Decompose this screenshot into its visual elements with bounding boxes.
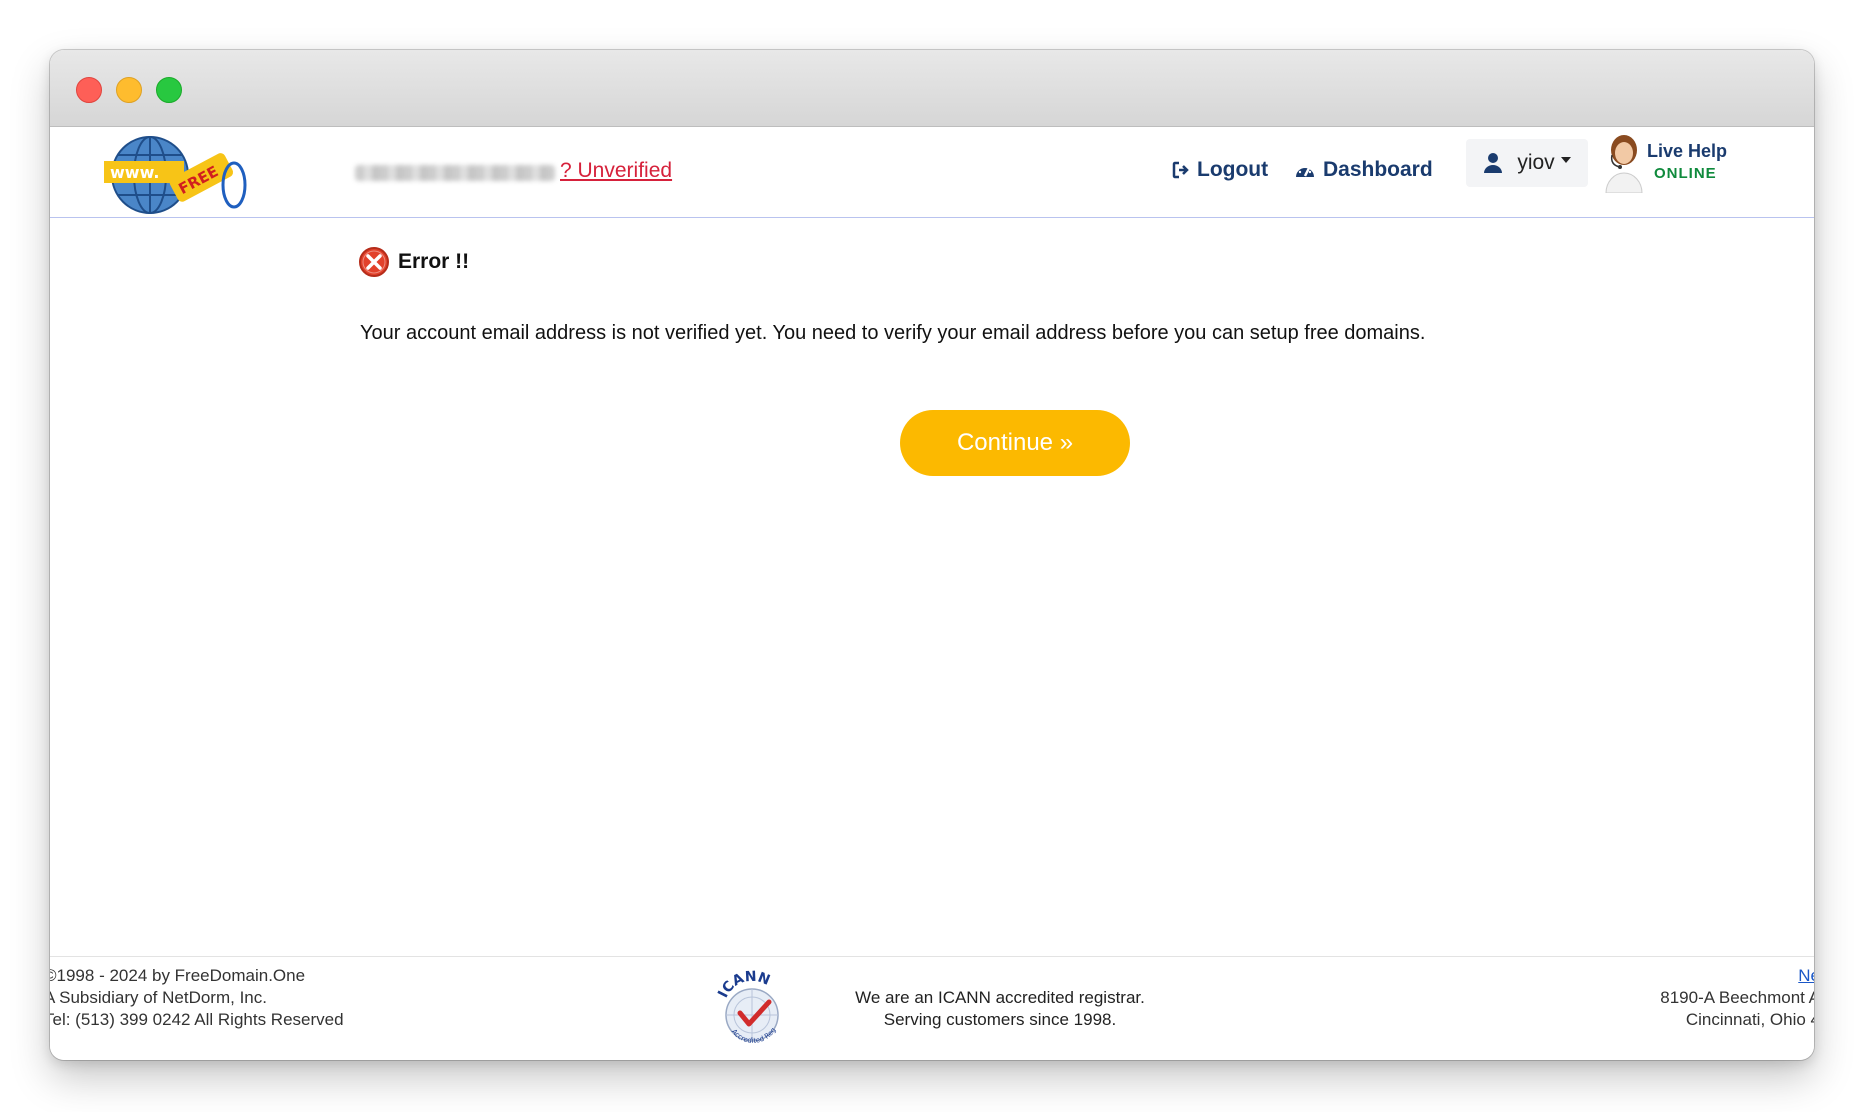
window-titlebar <box>50 50 1814 127</box>
live-help-title: Live Help <box>1647 141 1728 161</box>
copyright-line: ©1998 - 2024 by FreeDomain.One <box>50 966 306 985</box>
maximize-window-button[interactable] <box>156 77 182 103</box>
error-icon <box>359 247 389 277</box>
live-help-widget[interactable]: Live Help ONLINE <box>1602 133 1742 193</box>
footer-copyright: ©1998 - 2024 by FreeDomain.One A Subsidi… <box>50 965 344 1031</box>
footer-link[interactable]: Ne <box>1798 966 1814 985</box>
freedomain-logo[interactable]: www. FREE <box>102 133 252 217</box>
browser-window: www. FREE ? Unverified Logout Dashboard … <box>50 50 1814 1060</box>
dashboard-label: Dashboard <box>1323 158 1433 181</box>
error-heading: Error !! <box>358 246 469 278</box>
continue-button[interactable]: Continue » <box>900 410 1130 476</box>
live-help-status: ONLINE <box>1654 165 1717 182</box>
unverified-email-link[interactable]: ? Unverified <box>560 159 672 183</box>
icann-statement: We are an ICANN accredited registrar. Se… <box>840 987 1160 1031</box>
close-window-button[interactable] <box>76 77 102 103</box>
logout-link[interactable]: Logout <box>1172 152 1268 188</box>
dashboard-link[interactable]: Dashboard <box>1294 152 1433 188</box>
dashboard-icon <box>1296 165 1314 177</box>
account-email-redacted <box>355 165 555 181</box>
footer-address: Ne 8190-A Beechmont A Cincinnati, Ohio 4 <box>1660 965 1814 1031</box>
logout-label: Logout <box>1197 158 1269 181</box>
subsidiary-line: A Subsidiary of NetDorm, Inc. <box>50 988 267 1007</box>
chevron-down-icon <box>1560 157 1571 163</box>
site-footer: ©1998 - 2024 by FreeDomain.One A Subsidi… <box>50 956 1814 1060</box>
support-agent-icon <box>1605 135 1643 193</box>
phone-line: Tel: (513) 399 0242 All Rights Reserved <box>50 1010 344 1029</box>
main-content: Error !! Your account email address is n… <box>50 218 1814 858</box>
username: yiov <box>1517 151 1555 174</box>
logout-icon <box>1172 161 1189 179</box>
address-line-2: Cincinnati, Ohio 4 <box>1685 1010 1814 1029</box>
error-message: Your account email address is not verifi… <box>360 322 1426 344</box>
minimize-window-button[interactable] <box>116 77 142 103</box>
svg-text:www.: www. <box>110 163 159 182</box>
user-icon <box>1484 153 1503 173</box>
icann-line-1: We are an ICANN accredited registrar. <box>855 988 1145 1007</box>
icann-logo: ICANN Accredited Registrar <box>708 963 794 1053</box>
icann-line-2: Serving customers since 1998. <box>883 1010 1117 1029</box>
user-dropdown[interactable]: yiov <box>1466 139 1588 187</box>
site-header: www. FREE ? Unverified Logout Dashboard … <box>50 127 1814 218</box>
address-line-1: 8190-A Beechmont A <box>1660 988 1814 1007</box>
error-title-text: Error !! <box>398 250 470 273</box>
